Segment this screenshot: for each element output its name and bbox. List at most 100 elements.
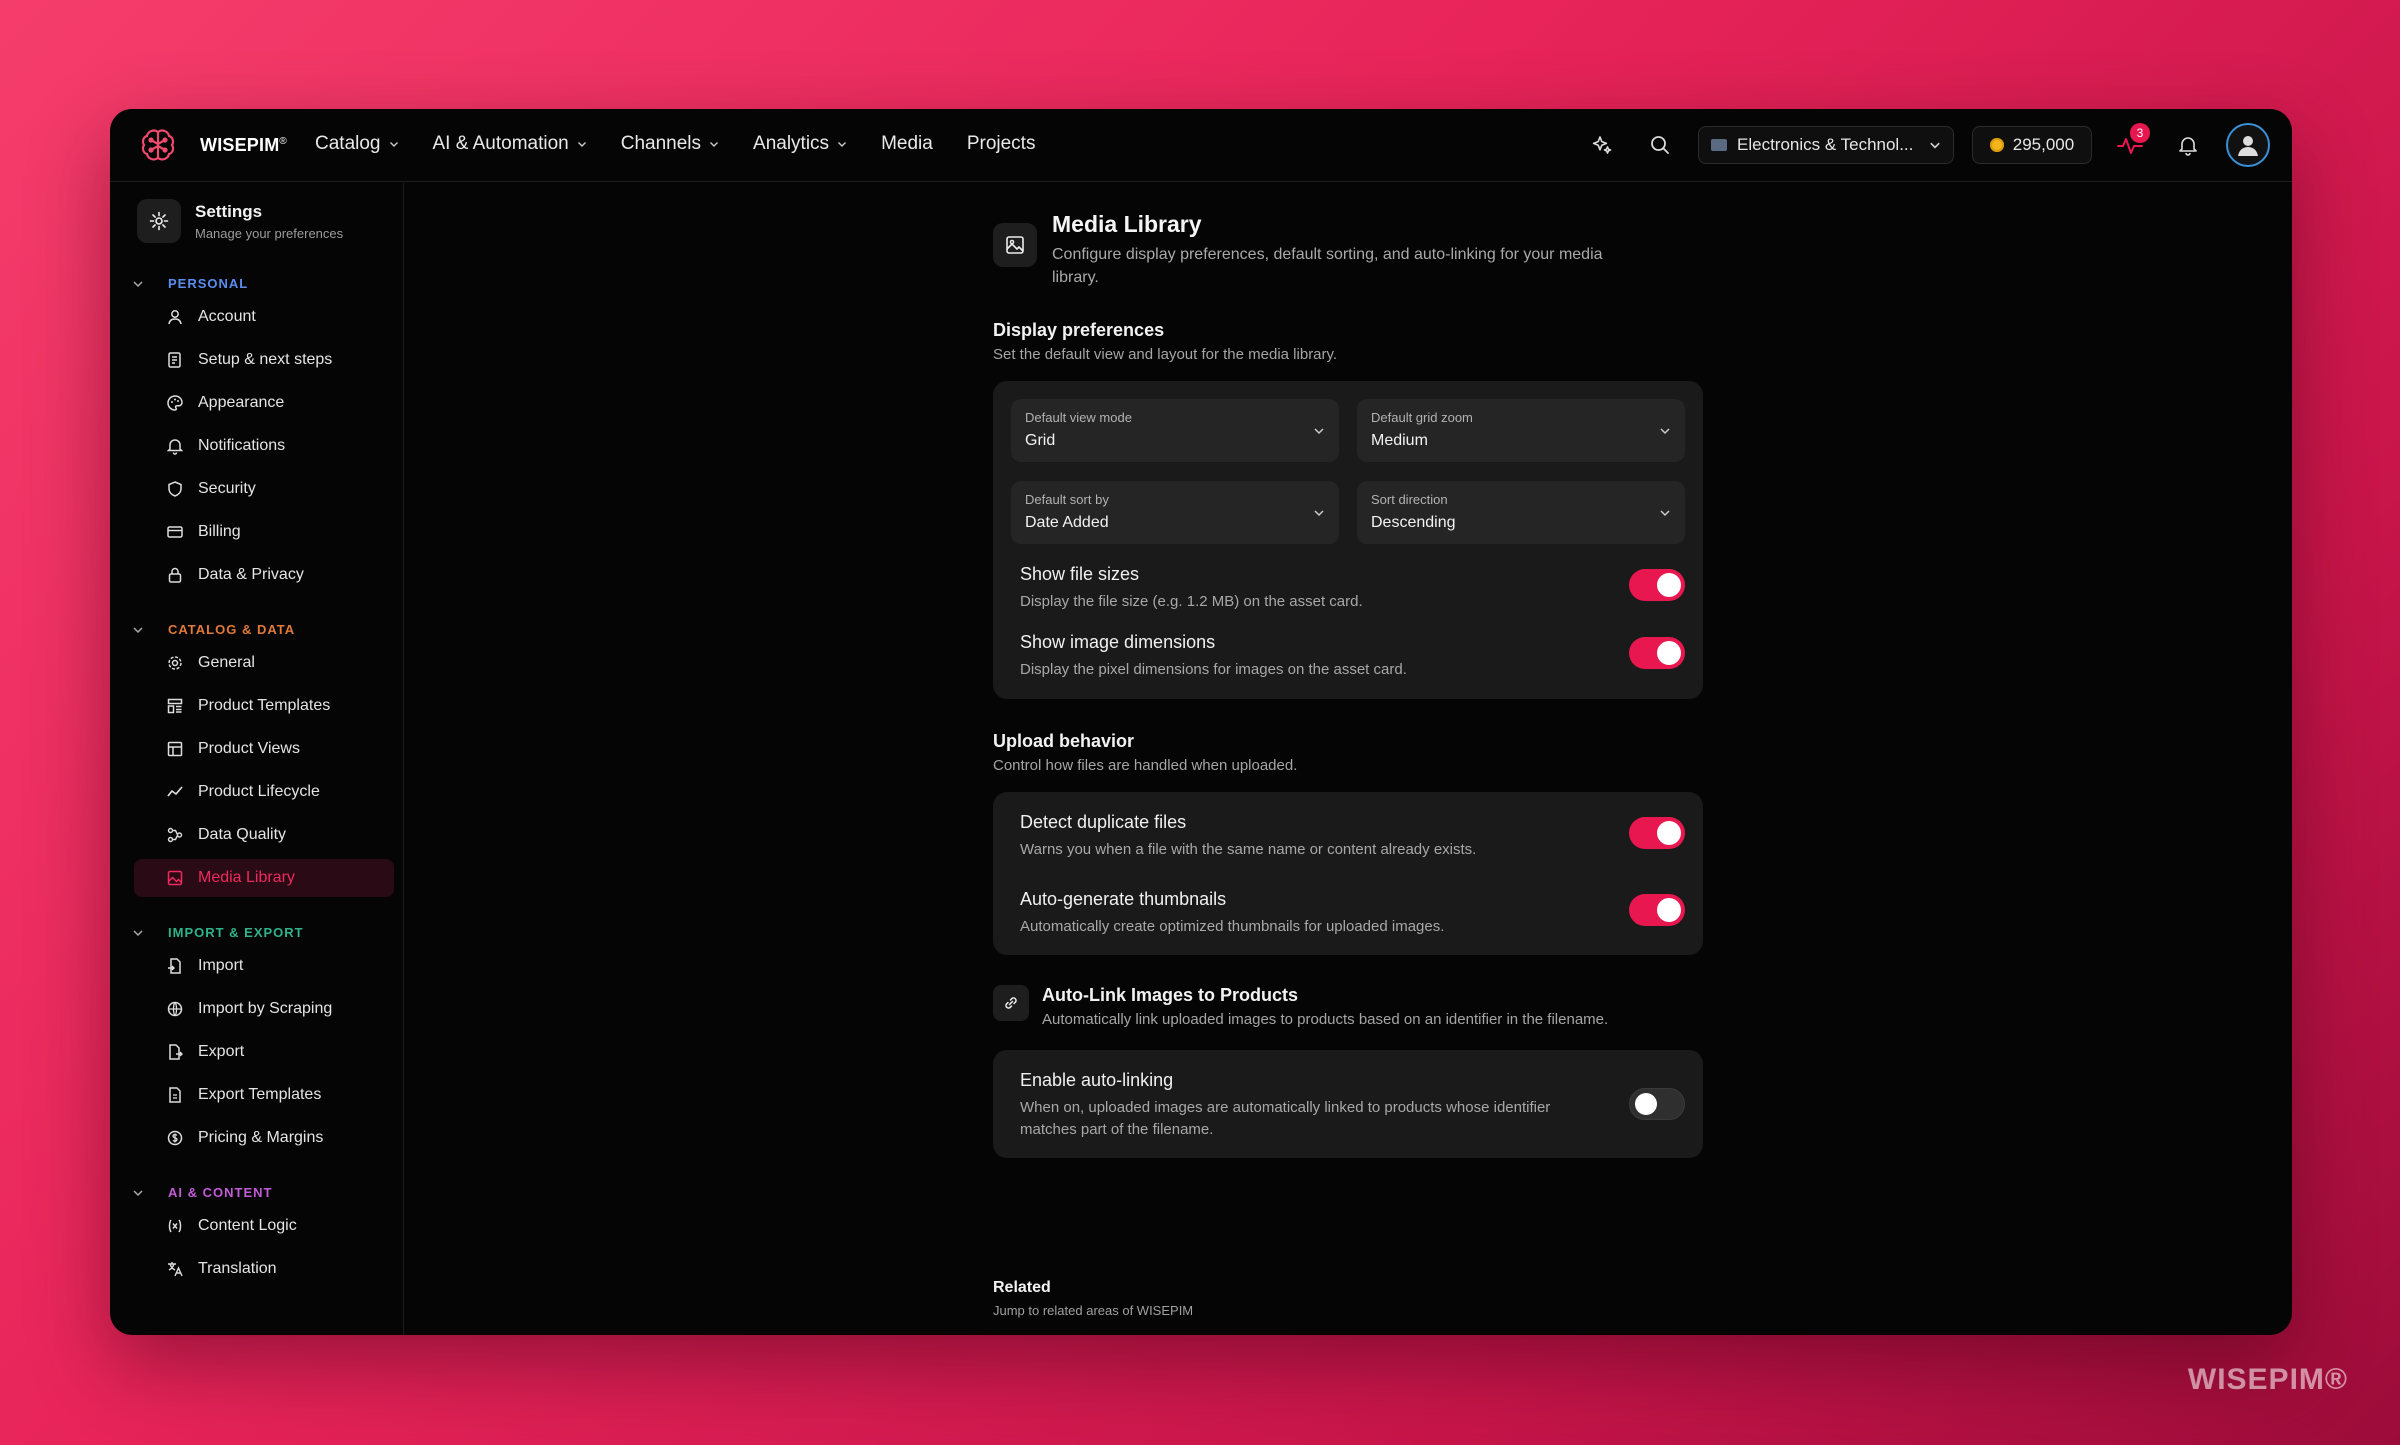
topbar-actions: Electronics & Technol... 295,000 3 — [1582, 122, 2270, 168]
user-icon — [168, 310, 182, 325]
upload-behavior-card: Detect duplicate files Warns you when a … — [993, 792, 1703, 955]
sidebar-item-notifications[interactable]: Notifications — [134, 427, 394, 465]
sort-direction-select[interactable]: Sort direction Descending — [1357, 481, 1685, 544]
shield-icon — [168, 481, 182, 497]
nav-catalog[interactable]: Catalog — [315, 133, 399, 155]
trend-icon — [167, 786, 183, 797]
quality-icon — [167, 827, 183, 843]
template-icon — [167, 698, 183, 714]
sidebar-item-account[interactable]: Account — [134, 298, 394, 336]
sidebar-item-security[interactable]: Security — [134, 470, 394, 508]
nav-media[interactable]: Media — [881, 133, 933, 155]
show-image-dimensions-toggle[interactable] — [1629, 637, 1685, 669]
sidebar-item-pricing-margins[interactable]: Pricing & Margins — [134, 1119, 394, 1157]
gear-icon — [168, 656, 182, 670]
sidebar-item-data-privacy[interactable]: Data & Privacy — [134, 556, 394, 594]
settings-sidebar: Settings Manage your preferences PERSONA… — [110, 183, 404, 1335]
settings-header: Settings Manage your preferences — [137, 199, 343, 243]
chevron-down-icon — [133, 626, 143, 633]
chevron-down-icon — [710, 142, 719, 147]
chevron-down-icon — [1660, 510, 1670, 517]
chevron-down-icon — [1314, 510, 1324, 517]
activity-badge: 3 — [2130, 123, 2150, 143]
chevron-down-icon — [133, 1189, 143, 1196]
nav-channels[interactable]: Channels — [621, 133, 719, 155]
auto-link-card: Enable auto-linking When on, uploaded im… — [993, 1050, 1703, 1158]
sidebar-item-product-views[interactable]: Product Views — [134, 730, 394, 768]
sidebar-item-appearance[interactable]: Appearance — [134, 384, 394, 422]
activity-icon[interactable]: 3 — [2110, 123, 2150, 165]
nav-projects[interactable]: Projects — [967, 133, 1036, 155]
sidebar-item-export-templates[interactable]: Export Templates — [134, 1076, 394, 1114]
sidebar-item-content-logic[interactable]: Content Logic — [134, 1207, 394, 1245]
main-content: Media Library Configure display preferen… — [405, 183, 2292, 1335]
default-sort-by-select[interactable]: Default sort by Date Added — [1011, 481, 1339, 544]
dollar-icon — [167, 1130, 183, 1146]
related-title: Related — [993, 1279, 1051, 1296]
top-navbar: WISEPIM® Catalog AI & Automation Channel… — [110, 109, 2292, 182]
enable-auto-linking-row: Enable auto-linking When on, uploaded im… — [1020, 1070, 1685, 1141]
display-preferences-subtitle: Set the default view and layout for the … — [993, 346, 1338, 363]
display-card-body: Default view mode Grid Default grid zoom… — [993, 381, 1703, 699]
user-avatar[interactable] — [2226, 123, 2270, 167]
settings-title: Settings — [195, 201, 263, 221]
sidebar-item-import[interactable]: Import — [134, 947, 394, 985]
folder-icon — [1711, 139, 1727, 151]
workspace-selector[interactable]: Electronics & Technol... — [1698, 126, 1954, 164]
sidebar-item-translation[interactable]: Translation — [134, 1250, 394, 1288]
wisepim-watermark: WISEPIM® — [2187, 1363, 2348, 1396]
chevron-down-icon — [1930, 142, 1940, 149]
nav-ai-automation[interactable]: AI & Automation — [433, 133, 587, 155]
chevron-down-icon — [133, 280, 143, 287]
section-ai-content[interactable]: AI & CONTENT — [132, 1185, 272, 1200]
upload-behavior-subtitle: Control how files are handled when uploa… — [993, 757, 1298, 774]
enable-auto-linking-toggle[interactable] — [1629, 1088, 1685, 1120]
ai-sparkle-icon[interactable] — [1582, 125, 1622, 165]
settings-subtitle: Manage your preferences — [195, 225, 344, 241]
related-subtitle: Jump to related areas of WISEPIM — [993, 1303, 1194, 1318]
upload-behavior-title: Upload behavior — [993, 731, 1135, 751]
section-import-export[interactable]: IMPORT & EXPORT — [132, 925, 304, 940]
show-file-sizes-row: Show file sizes Display the file size (e… — [1020, 564, 1685, 613]
sidebar-item-product-lifecycle[interactable]: Product Lifecycle — [134, 773, 394, 811]
chevron-down-icon — [1314, 428, 1324, 435]
sidebar-item-general[interactable]: General — [134, 644, 394, 682]
detect-duplicates-toggle[interactable] — [1629, 817, 1685, 849]
nav-analytics[interactable]: Analytics — [753, 133, 847, 155]
main-nav: Catalog AI & Automation Channels Analyti… — [315, 133, 1035, 155]
search-icon[interactable] — [1640, 125, 1680, 165]
file-import-icon — [168, 958, 181, 974]
brain-logo-icon[interactable] — [138, 126, 178, 166]
sidebar-item-data-quality[interactable]: Data Quality — [134, 816, 394, 854]
default-view-mode-select[interactable]: Default view mode Grid — [1011, 399, 1339, 462]
chevron-down-icon — [133, 929, 143, 936]
image-icon — [993, 223, 1037, 267]
globe-icon — [167, 1001, 183, 1017]
sidebar-item-export[interactable]: Export — [134, 1033, 394, 1071]
auto-thumbnails-row: Auto-generate thumbnails Automatically c… — [1020, 889, 1685, 938]
show-file-sizes-toggle[interactable] — [1629, 569, 1685, 601]
sidebar-item-billing[interactable]: Billing — [134, 513, 394, 551]
section-personal[interactable]: PERSONAL — [132, 276, 248, 291]
auto-thumbnails-toggle[interactable] — [1629, 894, 1685, 926]
chevron-down-icon — [389, 142, 398, 147]
auto-link-subtitle: Automatically link uploaded images to pr… — [1042, 1011, 1609, 1028]
table-icon — [167, 741, 183, 757]
sidebar-item-import-scraping[interactable]: Import by Scraping — [134, 990, 394, 1028]
section-catalog-data[interactable]: CATALOG & DATA — [132, 622, 295, 637]
page-title: Media Library — [1052, 211, 1202, 237]
default-grid-zoom-select[interactable]: Default grid zoom Medium — [1357, 399, 1685, 462]
bell-icon[interactable] — [2168, 125, 2208, 165]
palette-icon — [167, 395, 183, 411]
bell-icon — [166, 439, 184, 455]
auto-link-title: Auto-Link Images to Products — [1042, 985, 1299, 1005]
sidebar-item-product-templates[interactable]: Product Templates — [134, 687, 394, 725]
translate-icon — [168, 1262, 183, 1277]
coin-icon — [1989, 138, 2004, 152]
credits-balance[interactable]: 295,000 — [1972, 126, 2092, 164]
sidebar-item-media-library[interactable]: Media Library — [134, 859, 394, 897]
image-icon — [167, 870, 183, 886]
show-image-dimensions-row: Show image dimensions Display the pixel … — [1020, 632, 1685, 681]
chevron-down-icon — [1660, 428, 1670, 435]
sidebar-item-setup[interactable]: Setup & next steps — [134, 341, 394, 379]
